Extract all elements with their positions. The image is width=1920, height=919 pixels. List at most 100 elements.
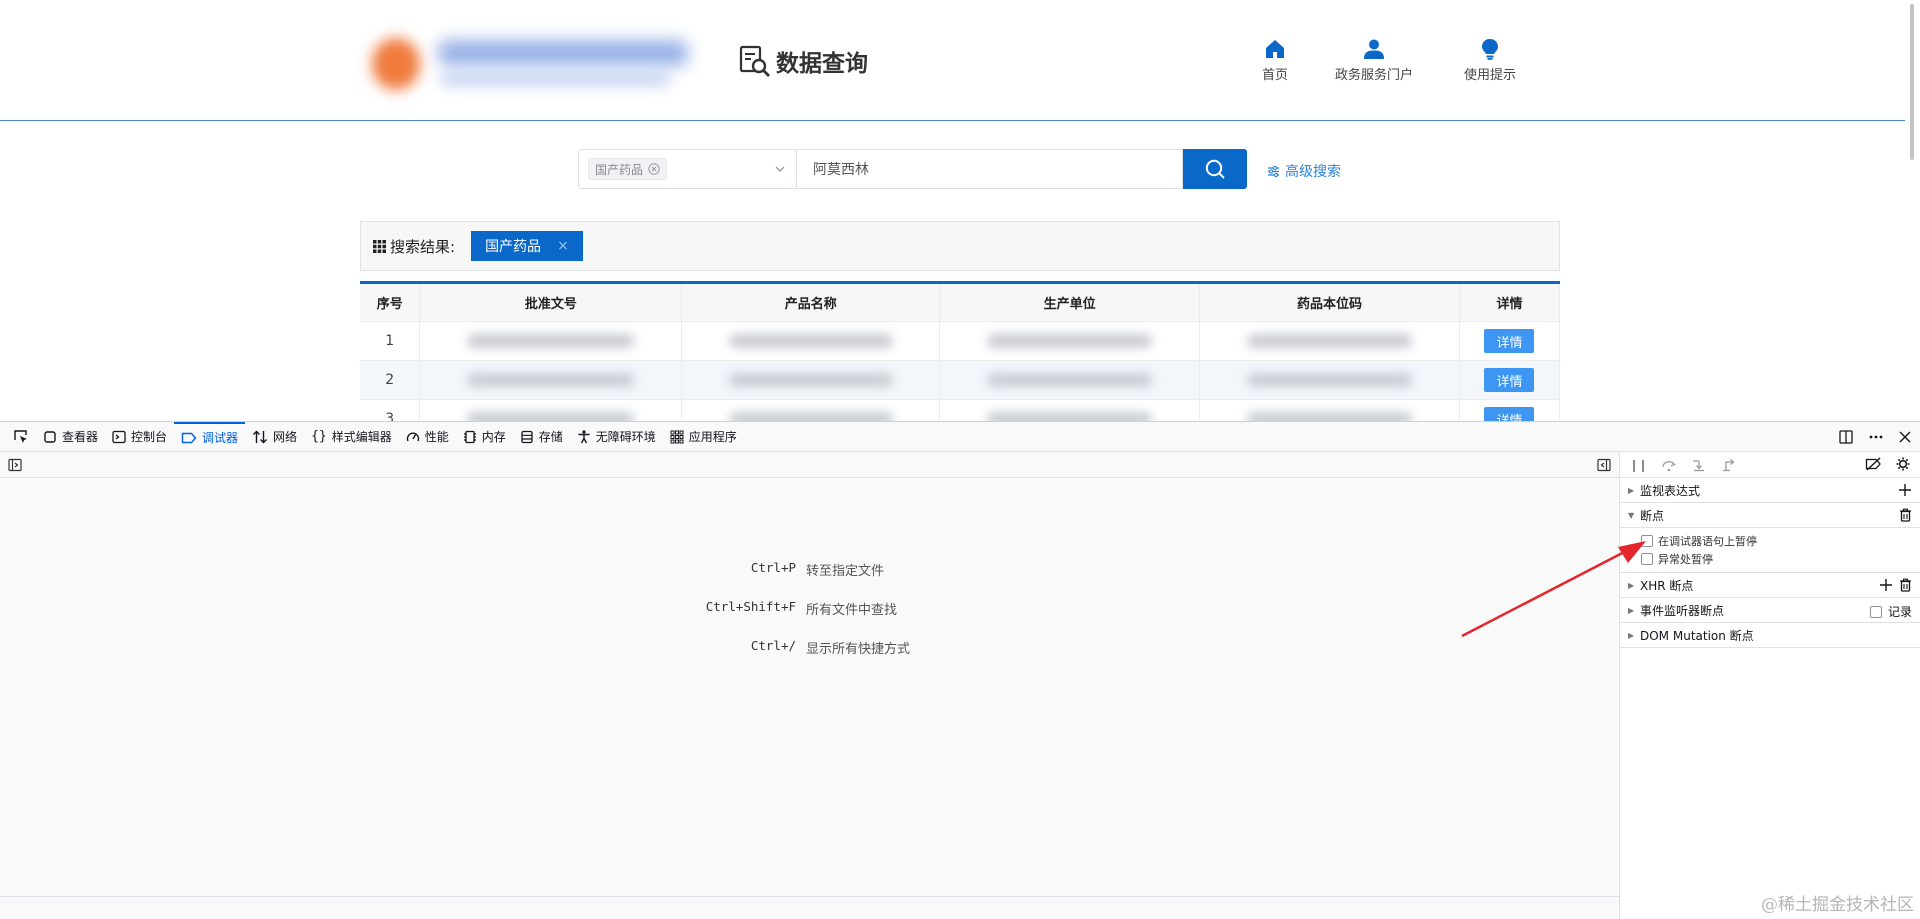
tab-network[interactable]: 网络 <box>245 422 304 452</box>
search-button[interactable] <box>1183 149 1247 189</box>
pause-icon[interactable]: ❙❙ <box>1629 458 1648 472</box>
document-search-icon <box>739 45 770 77</box>
tab-application-label: 应用程序 <box>688 430 737 444</box>
search-row: 国产药品 <box>578 149 1247 189</box>
tab-memory[interactable]: 内存 <box>456 422 513 452</box>
tab-inspector[interactable]: 查看器 <box>36 422 105 452</box>
blurred-cell <box>419 321 683 361</box>
chevron-down-icon[interactable] <box>774 163 786 175</box>
more-options-icon[interactable] <box>1868 429 1884 445</box>
devtools-panel: 查看器 控制台 调试器 网络 {} 样式编辑器 性能 内存 存储 无障碍环境 应… <box>0 421 1920 919</box>
trash-icon[interactable] <box>1899 578 1912 592</box>
detail-button[interactable]: 详情 <box>1484 407 1535 421</box>
watch-expressions-label: 监视表达式 <box>1640 483 1701 498</box>
source-toolbar <box>0 452 1619 478</box>
results-label: 搜索结果: <box>390 237 456 256</box>
result-filter-tag: 国产药品 × <box>471 231 583 261</box>
breakpoints-label: 断点 <box>1640 508 1665 523</box>
tab-network-label: 网络 <box>273 430 298 444</box>
column-header: 生产单位 <box>939 282 1201 322</box>
breakpoints-header[interactable]: ▼ 断点 <box>1620 503 1920 528</box>
search-input[interactable] <box>797 149 1183 189</box>
screenshot-stage: 数据查询 首页 政务服务门户 使用提示 国产药品 阿莫西林 高级搜索 搜索结果:… <box>0 0 1920 919</box>
dom-mutation-breakpoints-header[interactable]: ▶ DOM Mutation 断点 <box>1620 623 1920 648</box>
toggle-sources-pane-icon[interactable] <box>8 458 22 472</box>
shortcut-description[interactable]: 转至指定文件 <box>806 560 884 579</box>
shortcut-key: Ctrl+/ <box>750 638 796 653</box>
xhr-breakpoints-header[interactable]: ▶ XHR 断点 <box>1620 573 1920 598</box>
blurred-cell <box>939 399 1201 421</box>
log-events-checkbox[interactable] <box>1869 605 1882 618</box>
pause-on-exceptions-option[interactable]: 异常处暂停 <box>1620 550 1920 568</box>
gear-icon[interactable] <box>1896 457 1910 471</box>
watch-expressions-header[interactable]: ▶ 监视表达式 <box>1620 478 1920 503</box>
detail-cell: 详情 <box>1459 399 1561 421</box>
debugger-icon <box>181 432 197 443</box>
tab-accessibility-label: 无障碍环境 <box>595 430 656 444</box>
debugger-sidebar: ❙❙ ▶ 监视表达式 ▼ 断点 在调试器语句上暂停 异常处暂停 ▶ XHR 断点… <box>1619 452 1920 919</box>
breakpoint-options: 在调试器语句上暂停 异常处暂停 <box>1620 528 1920 573</box>
nav-home-label: 首页 <box>1262 68 1289 83</box>
tab-storage[interactable]: 存储 <box>513 422 570 452</box>
tab-style-editor[interactable]: {} 样式编辑器 <box>304 422 399 452</box>
memory-icon <box>463 430 476 443</box>
inspector-icon <box>44 430 56 443</box>
shortcut-description[interactable]: 显示所有快捷方式 <box>806 638 910 657</box>
step-over-icon[interactable] <box>1661 458 1677 472</box>
detail-cell: 详情 <box>1459 321 1561 361</box>
element-picker-button[interactable] <box>6 422 36 452</box>
toggle-debugger-pane-icon[interactable] <box>1597 458 1611 472</box>
plus-icon[interactable] <box>1898 483 1912 497</box>
tab-style-editor-label: 样式编辑器 <box>331 430 392 444</box>
devtools-tab-bar: 查看器 控制台 调试器 网络 {} 样式编辑器 性能 内存 存储 无障碍环境 应… <box>0 421 1920 452</box>
table-row: 3 详情 <box>360 399 1561 421</box>
tab-application[interactable]: 应用程序 <box>663 422 744 452</box>
source-editor-placeholder: Ctrl+P 转至指定文件 Ctrl+Shift+F 所有文件中查找 Ctrl+… <box>0 478 1619 919</box>
deactivate-breakpoints-icon[interactable] <box>1865 457 1882 471</box>
category-tag-label: 国产药品 <box>595 162 644 177</box>
tab-performance-label: 性能 <box>424 430 449 444</box>
pause-on-debugger-checkbox[interactable] <box>1641 535 1653 547</box>
shortcut-description[interactable]: 所有文件中查找 <box>806 599 897 618</box>
filter-sliders-icon <box>1268 165 1279 177</box>
event-listener-breakpoints-label: 事件监听器断点 <box>1640 603 1725 618</box>
blurred-cell <box>419 399 683 421</box>
pause-on-exceptions-checkbox[interactable] <box>1641 553 1653 565</box>
category-select[interactable]: 国产药品 <box>578 149 797 189</box>
nav-service-portal[interactable]: 政务服务门户 <box>1335 38 1413 83</box>
dock-side-icon[interactable] <box>1838 429 1854 445</box>
detail-button[interactable]: 详情 <box>1484 368 1535 392</box>
tab-performance[interactable]: 性能 <box>399 422 456 452</box>
tab-console[interactable]: 控制台 <box>105 422 174 452</box>
site-title-group: 数据查询 <box>738 44 868 78</box>
pause-on-debugger-option[interactable]: 在调试器语句上暂停 <box>1620 532 1920 550</box>
trash-icon[interactable] <box>1899 508 1912 522</box>
caret-right-icon: ▶ <box>1628 580 1635 590</box>
user-icon <box>1364 39 1384 59</box>
nav-home[interactable]: 首页 <box>1262 38 1288 83</box>
blurred-cell <box>1199 360 1460 400</box>
nav-usage-tips[interactable]: 使用提示 <box>1464 38 1516 83</box>
tab-debugger[interactable]: 调试器 <box>174 421 246 452</box>
tag-clear-icon[interactable] <box>648 163 660 175</box>
close-icon[interactable]: × <box>557 238 569 254</box>
nav-service-portal-label: 政务服务门户 <box>1335 68 1414 83</box>
grid-icon <box>373 239 386 253</box>
page-scrollbar[interactable] <box>1905 0 1920 421</box>
advanced-search-link[interactable]: 高级搜索 <box>1267 161 1341 181</box>
plus-icon[interactable] <box>1879 578 1893 592</box>
close-icon[interactable] <box>1898 430 1912 444</box>
accessibility-icon <box>578 429 590 443</box>
dom-mutation-breakpoints-label: DOM Mutation 断点 <box>1640 628 1754 643</box>
tab-memory-label: 内存 <box>481 430 506 444</box>
blurred-cell <box>419 360 683 400</box>
site-header: 数据查询 首页 政务服务门户 使用提示 <box>0 0 1905 121</box>
event-listener-breakpoints-header[interactable]: ▶ 事件监听器断点 记录 <box>1620 598 1920 623</box>
step-out-icon[interactable] <box>1721 458 1737 472</box>
lightbulb-icon <box>1482 39 1498 60</box>
detail-button[interactable]: 详情 <box>1484 329 1535 353</box>
tab-accessibility[interactable]: 无障碍环境 <box>570 422 663 452</box>
row-index: 3 <box>360 399 421 421</box>
step-in-icon[interactable] <box>1691 458 1707 472</box>
shortcut-row: Ctrl+P 转至指定文件 <box>0 560 1619 579</box>
